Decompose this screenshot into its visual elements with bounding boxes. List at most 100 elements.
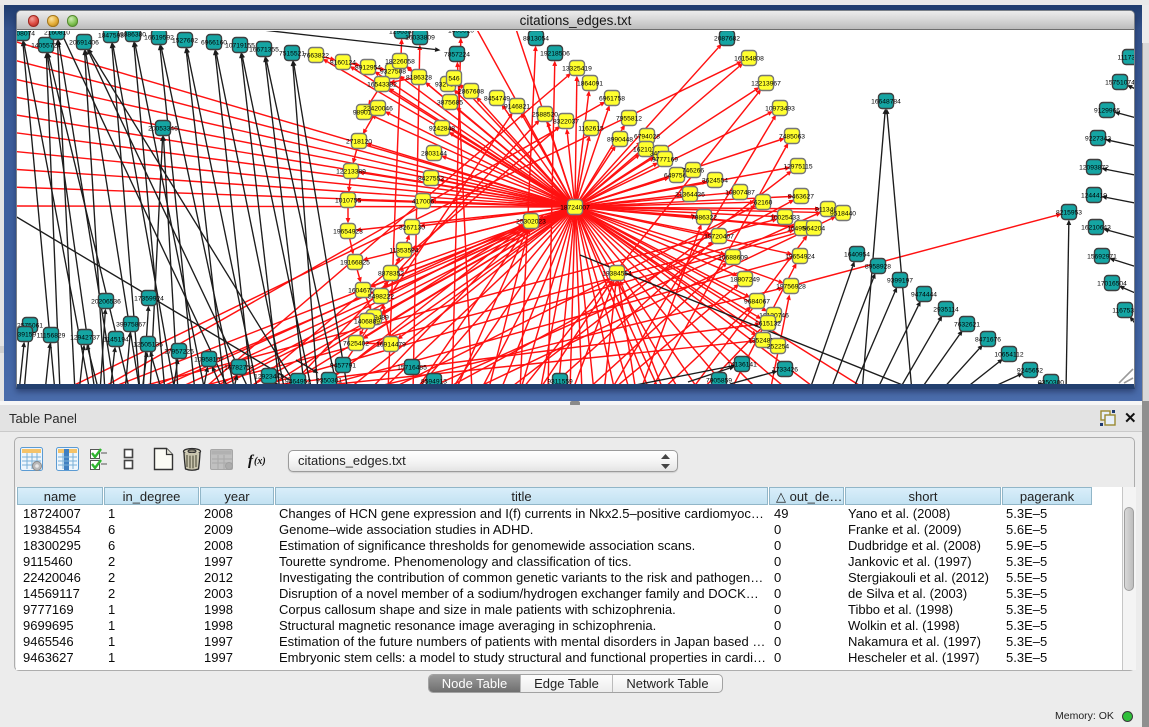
svg-text:1864091: 1864091 bbox=[577, 81, 603, 88]
svg-text:2588520: 2588520 bbox=[532, 112, 558, 119]
svg-text:62160: 62160 bbox=[754, 200, 773, 207]
svg-text:417006: 417006 bbox=[412, 199, 435, 206]
svg-text:9350300: 9350300 bbox=[1038, 380, 1064, 385]
svg-text:6966160: 6966160 bbox=[201, 40, 227, 47]
svg-text:12093872: 12093872 bbox=[1079, 165, 1109, 172]
svg-text:546: 546 bbox=[448, 76, 459, 83]
svg-text:5498222: 5498222 bbox=[368, 294, 394, 301]
svg-text:9463627: 9463627 bbox=[788, 194, 814, 201]
svg-text:252254: 252254 bbox=[767, 344, 790, 351]
svg-text:20691406: 20691406 bbox=[69, 40, 99, 47]
svg-text:9777169: 9777169 bbox=[652, 157, 678, 164]
svg-text:9242848: 9242848 bbox=[429, 126, 455, 133]
svg-text:1527602: 1527602 bbox=[172, 38, 198, 45]
svg-text:964204: 964204 bbox=[803, 226, 826, 233]
svg-text:9684067: 9684067 bbox=[744, 299, 770, 306]
svg-text:12213389: 12213389 bbox=[336, 169, 366, 176]
svg-text:8990448: 8990448 bbox=[607, 137, 633, 144]
svg-text:1244419: 1244419 bbox=[1081, 193, 1107, 200]
svg-text:8878352: 8878352 bbox=[378, 271, 404, 278]
svg-text:16619592: 16619592 bbox=[144, 35, 174, 42]
svg-text:8322037: 8322037 bbox=[553, 119, 579, 126]
svg-text:19384554: 19384554 bbox=[602, 271, 632, 278]
svg-text:9129966: 9129966 bbox=[1094, 108, 1120, 115]
svg-text:19166825: 19166825 bbox=[340, 260, 370, 267]
svg-text:16210643: 16210643 bbox=[1081, 225, 1111, 232]
svg-text:10025433: 10025433 bbox=[770, 215, 800, 222]
svg-text:1167533: 1167533 bbox=[1112, 308, 1134, 315]
svg-text:10688609: 10688609 bbox=[718, 255, 748, 262]
svg-text:19218506: 19218506 bbox=[540, 51, 570, 58]
svg-text:39975867: 39975867 bbox=[116, 322, 146, 329]
svg-text:16648784: 16648784 bbox=[871, 99, 901, 106]
svg-text:2087682: 2087682 bbox=[714, 36, 740, 43]
svg-text:12942737: 12942737 bbox=[70, 335, 100, 342]
svg-text:12923448: 12923448 bbox=[254, 374, 284, 381]
svg-text:8427552: 8427552 bbox=[418, 176, 444, 183]
svg-text:9399197: 9399197 bbox=[887, 278, 913, 285]
svg-text:6794028: 6794028 bbox=[634, 134, 660, 141]
svg-text:9474444: 9474444 bbox=[911, 292, 937, 299]
svg-text:17957225: 17957225 bbox=[164, 349, 194, 356]
svg-text:8813054: 8813054 bbox=[523, 36, 549, 43]
svg-text:1640954: 1640954 bbox=[844, 252, 870, 259]
svg-text:9245652: 9245652 bbox=[1017, 368, 1043, 375]
svg-text:15751074: 15751074 bbox=[1105, 80, 1134, 87]
svg-text:2867608: 2867608 bbox=[458, 89, 484, 96]
svg-text:9311559: 9311559 bbox=[547, 379, 573, 385]
svg-text:7986322: 7986322 bbox=[691, 215, 717, 222]
svg-text:9518440: 9518440 bbox=[830, 211, 856, 218]
svg-text:17359924: 17359924 bbox=[134, 296, 164, 303]
svg-text:11156829: 11156829 bbox=[37, 333, 66, 340]
svg-text:2160810: 2160810 bbox=[44, 31, 70, 37]
svg-text:15716485: 15716485 bbox=[397, 365, 427, 372]
svg-text:7857224: 7857224 bbox=[444, 52, 470, 59]
svg-text:8215953: 8215953 bbox=[1056, 210, 1082, 217]
svg-text:9464952: 9464952 bbox=[285, 379, 311, 385]
svg-text:6961758: 6961758 bbox=[599, 96, 625, 103]
svg-text:18226058: 18226058 bbox=[385, 59, 415, 66]
svg-text:11353594: 11353594 bbox=[389, 248, 419, 255]
svg-text:8471676: 8471676 bbox=[975, 337, 1001, 344]
svg-text:2718120: 2718120 bbox=[346, 139, 372, 146]
svg-text:7625402: 7625402 bbox=[343, 341, 369, 348]
svg-text:3624554: 3624554 bbox=[702, 178, 728, 185]
svg-text:1615132: 1615132 bbox=[755, 321, 781, 328]
svg-text:9886380: 9886380 bbox=[120, 32, 146, 39]
svg-text:7955812: 7955812 bbox=[616, 116, 642, 123]
svg-text:10973493: 10973493 bbox=[765, 106, 795, 113]
svg-text:10958107: 10958107 bbox=[194, 357, 224, 364]
svg-text:12975115: 12975115 bbox=[783, 164, 813, 171]
svg-text:20206536: 20206536 bbox=[91, 299, 121, 306]
svg-text:16671355: 16671355 bbox=[249, 47, 279, 54]
svg-text:3875685: 3875685 bbox=[437, 100, 463, 107]
svg-text:9146821: 9146821 bbox=[504, 104, 530, 111]
svg-text:9327508: 9327508 bbox=[380, 69, 406, 76]
svg-text:8186328: 8186328 bbox=[406, 75, 432, 82]
svg-text:3267130: 3267130 bbox=[399, 225, 425, 232]
svg-text:746266: 746266 bbox=[682, 168, 705, 175]
svg-text:1733426: 1733426 bbox=[772, 367, 798, 374]
svg-text:17016504: 17016504 bbox=[1097, 281, 1127, 288]
svg-text:10807487: 10807487 bbox=[725, 190, 755, 197]
svg-text:1162615: 1162615 bbox=[578, 126, 604, 133]
svg-text:8408074: 8408074 bbox=[17, 31, 35, 38]
svg-text:9350301: 9350301 bbox=[316, 378, 342, 385]
svg-text:20053346: 20053346 bbox=[148, 126, 178, 133]
svg-text:12505135: 12505135 bbox=[133, 342, 163, 349]
svg-text:8912954: 8912954 bbox=[355, 65, 381, 72]
svg-text:8958928: 8958928 bbox=[865, 264, 891, 271]
svg-text:15692971: 15692971 bbox=[1087, 254, 1117, 261]
svg-text:(x): (x) bbox=[254, 456, 266, 467]
svg-text:16782759: 16782759 bbox=[224, 365, 254, 372]
svg-text:1403320: 1403320 bbox=[448, 31, 474, 35]
svg-text:19654924: 19654924 bbox=[785, 254, 815, 261]
svg-text:12213967: 12213967 bbox=[751, 81, 781, 88]
svg-text:939159: 939159 bbox=[17, 332, 36, 339]
svg-text:1117398: 1117398 bbox=[1117, 55, 1134, 62]
svg-text:2803144: 2803144 bbox=[421, 151, 447, 158]
svg-text:2935114: 2935114 bbox=[933, 307, 959, 314]
svg-text:14136141: 14136141 bbox=[727, 362, 757, 369]
svg-text:18807249: 18807249 bbox=[730, 277, 760, 284]
svg-text:8454749: 8454749 bbox=[484, 96, 510, 103]
